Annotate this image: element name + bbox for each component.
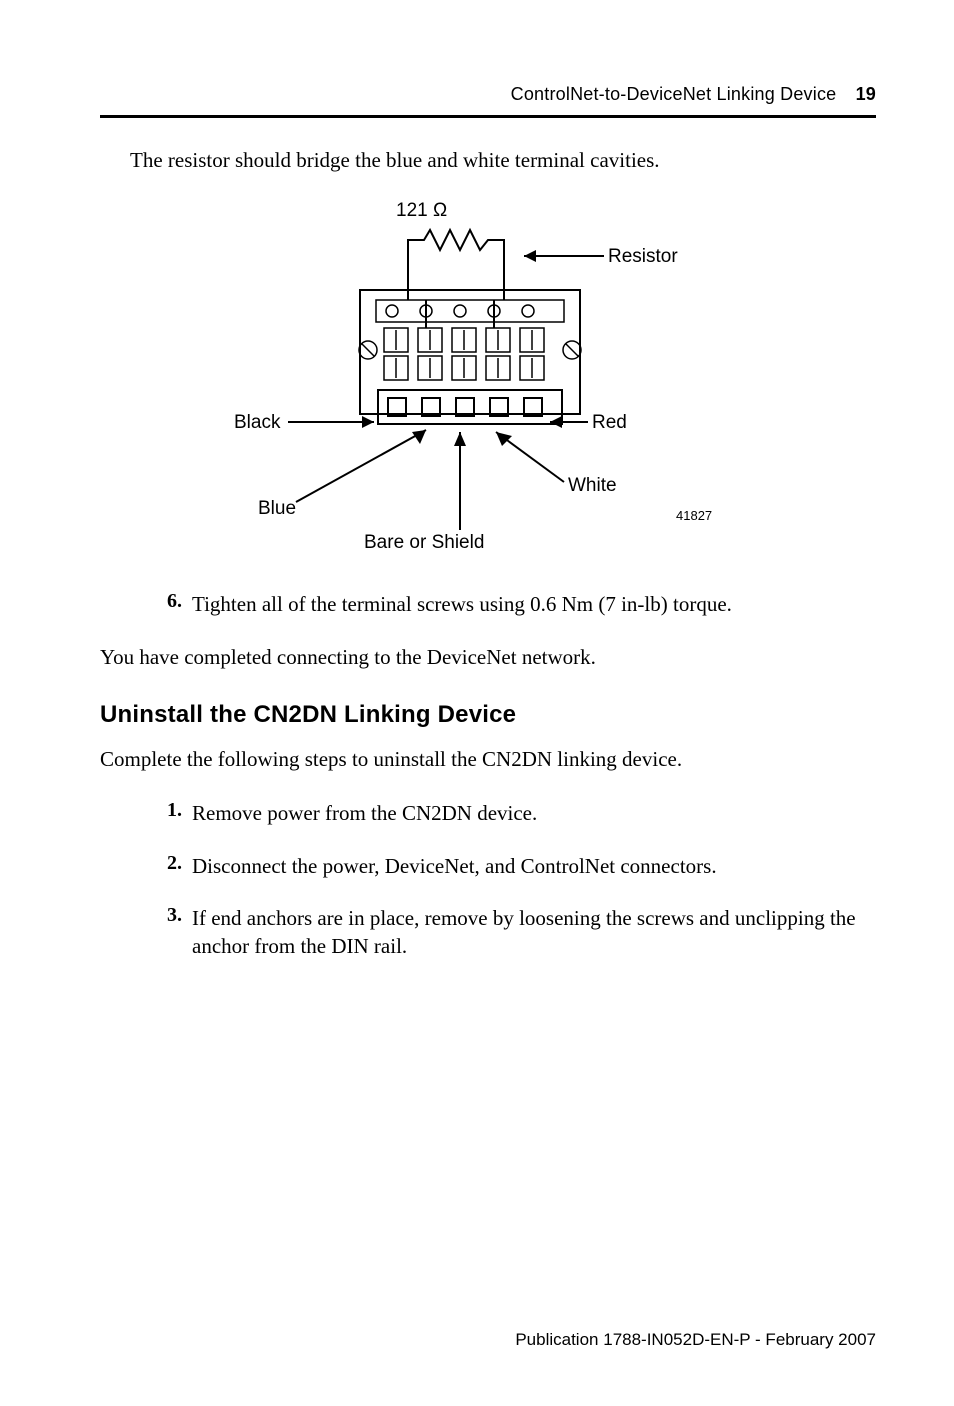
completion-text: You have completed connecting to the Dev… xyxy=(100,643,876,671)
uninstall-steps: 1. Remove power from the CN2DN device. 2… xyxy=(156,799,876,960)
list-item: 2. Disconnect the power, DeviceNet, and … xyxy=(156,852,876,880)
red-label: Red xyxy=(592,412,627,434)
ohm-label: 121 Ω xyxy=(396,200,447,222)
page-number: 19 xyxy=(856,84,876,104)
blue-label: Blue xyxy=(258,498,296,520)
list-item: 1. Remove power from the CN2DN device. xyxy=(156,799,876,827)
list-number: 1. xyxy=(156,799,182,827)
section-intro: Complete the following steps to uninstal… xyxy=(100,745,876,773)
header-rule xyxy=(100,115,876,118)
list-number: 6. xyxy=(156,590,182,618)
page: ControlNet-to-DeviceNet Linking Device 1… xyxy=(0,0,954,1406)
running-header: ControlNet-to-DeviceNet Linking Device 1… xyxy=(100,84,876,105)
terminal-diagram: 121 Ω Resistor Black Red White Blue Bare… xyxy=(178,200,798,560)
resistor-label: Resistor xyxy=(608,246,678,268)
list-text: Remove power from the CN2DN device. xyxy=(192,799,537,827)
list-text: If end anchors are in place, remove by l… xyxy=(192,904,876,961)
numbered-list-continue: 6. Tighten all of the terminal screws us… xyxy=(156,590,876,618)
footer-code: 1788-IN052D-EN-P - February 2007 xyxy=(603,1330,876,1349)
figure-ref: 41827 xyxy=(676,508,712,523)
page-footer: Publication 1788-IN052D-EN-P - February … xyxy=(515,1330,876,1350)
list-number: 2. xyxy=(156,852,182,880)
list-text: Disconnect the power, DeviceNet, and Con… xyxy=(192,852,717,880)
footer-prefix: Publication xyxy=(515,1330,598,1349)
intro-paragraph: The resistor should bridge the blue and … xyxy=(130,146,868,174)
doc-title: ControlNet-to-DeviceNet Linking Device xyxy=(511,84,837,104)
black-label: Black xyxy=(234,412,280,434)
list-item: 6. Tighten all of the terminal screws us… xyxy=(156,590,876,618)
section-heading: Uninstall the CN2DN Linking Device xyxy=(100,701,876,729)
list-number: 3. xyxy=(156,904,182,961)
bare-label: Bare or Shield xyxy=(364,532,484,554)
white-label: White xyxy=(568,475,617,497)
list-item: 3. If end anchors are in place, remove b… xyxy=(156,904,876,961)
list-text: Tighten all of the terminal screws using… xyxy=(192,590,732,618)
